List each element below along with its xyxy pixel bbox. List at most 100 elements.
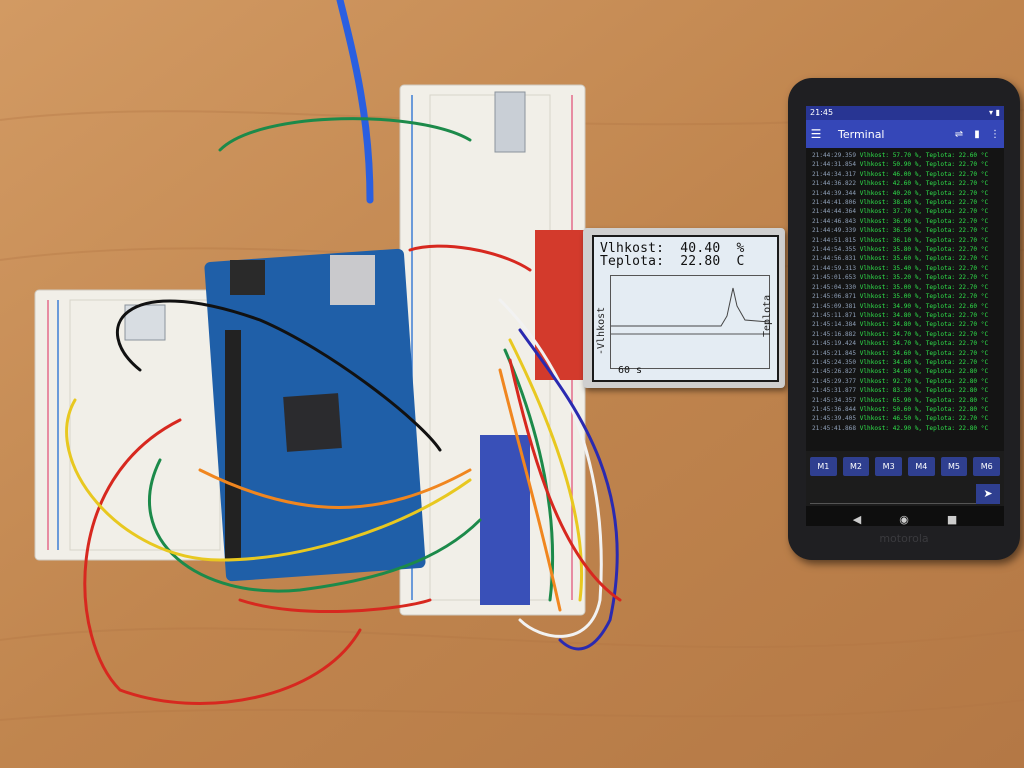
log-message: Vlhkost: 37.70 %, Teplota: 22.70 °C (859, 208, 989, 216)
log-timestamp: 21:44:36.822 (812, 180, 857, 188)
log-row: 21:45:31.877 Vlhkost: 83.30 %, Teplota: … (812, 386, 1004, 395)
app-bar: ☰ Terminal ⇌ ▮ ⋮ (806, 120, 1004, 148)
log-message: Vlhkost: 46.00 %, Teplota: 22.70 °C (859, 170, 989, 178)
log-timestamp: 21:45:34.357 (812, 396, 857, 404)
log-timestamp: 21:44:29.359 (812, 152, 857, 159)
log-timestamp: 21:45:39.405 (812, 415, 857, 423)
log-message: Vlhkost: 34.90 %, Teplota: 22.60 °C (859, 302, 989, 310)
macro-button-m4[interactable]: M4 (908, 457, 935, 476)
log-message: Vlhkost: 34.80 %, Teplota: 22.70 °C (859, 311, 989, 319)
tft-screen: Vlhkost: 40.40 % Teplota: 22.80 C -Vlhko… (592, 235, 779, 382)
log-row: 21:45:26.827 Vlhkost: 34.60 %, Teplota: … (812, 367, 1004, 376)
more-icon[interactable]: ⋮ (986, 129, 1004, 140)
android-navbar: ◀ ◉ ■ (806, 506, 1004, 526)
log-timestamp: 21:44:44.364 (812, 208, 857, 216)
tft-pcb (535, 230, 590, 380)
log-row: 21:44:34.317 Vlhkost: 46.00 %, Teplota: … (812, 170, 1004, 179)
log-timestamp: 21:45:11.871 (812, 311, 857, 319)
log-row: 21:45:39.405 Vlhkost: 46.50 %, Teplota: … (812, 414, 1004, 423)
home-icon[interactable]: ◉ (899, 513, 909, 526)
log-message: Vlhkost: 35.60 %, Teplota: 22.70 °C (859, 255, 989, 263)
log-timestamp: 21:44:39.344 (812, 189, 857, 197)
log-row: 21:44:51.815 Vlhkost: 36.10 %, Teplota: … (812, 236, 1004, 245)
macro-button-m5[interactable]: M5 (940, 457, 968, 476)
log-row: 21:45:06.871 Vlhkost: 35.00 %, Teplota: … (812, 292, 1004, 301)
back-icon[interactable]: ◀ (853, 513, 861, 526)
macro-button-m2[interactable]: M2 (842, 457, 870, 476)
log-message: Vlhkost: 36.10 %, Teplota: 22.70 °C (859, 236, 989, 244)
log-row: 21:45:14.384 Vlhkost: 34.80 %, Teplota: … (812, 320, 1004, 329)
send-input[interactable] (810, 485, 976, 504)
log-message: Vlhkost: 34.60 %, Teplota: 22.70 °C (859, 358, 989, 366)
log-row: 21:44:39.344 Vlhkost: 40.20 %, Teplota: … (812, 189, 1004, 198)
arduino-board (204, 248, 426, 582)
log-message: Vlhkost: 83.30 %, Teplota: 22.80 °C (859, 387, 989, 395)
log-message: Vlhkost: 36.90 %, Teplota: 22.70 °C (859, 217, 989, 225)
log-timestamp: 21:45:06.871 (812, 293, 857, 301)
log-message: Vlhkost: 42.60 %, Teplota: 22.70 °C (859, 180, 989, 188)
log-timestamp: 21:44:51.815 (812, 236, 857, 244)
log-timestamp: 21:45:24.350 (812, 358, 857, 366)
log-timestamp: 21:45:21.845 (812, 349, 857, 357)
delete-icon[interactable]: ▮ (968, 129, 986, 140)
log-message: Vlhkost: 40.20 %, Teplota: 22.70 °C (859, 189, 989, 197)
smartphone: 21:45 ▾ ▮ ☰ Terminal ⇌ ▮ ⋮ 21:44:29.359 … (788, 78, 1020, 560)
log-row: 21:44:44.364 Vlhkost: 37.70 %, Teplota: … (812, 207, 1004, 216)
log-timestamp: 21:45:09.381 (812, 302, 857, 310)
log-timestamp: 21:45:14.384 (812, 321, 857, 329)
log-timestamp: 21:44:46.843 (812, 217, 857, 225)
macro-button-m3[interactable]: M3 (875, 457, 903, 476)
log-message: Vlhkost: 35.20 %, Teplota: 22.70 °C (859, 274, 989, 282)
tft-graph (610, 275, 770, 369)
menu-icon[interactable]: ☰ (806, 127, 826, 141)
log-row: 21:45:04.330 Vlhkost: 35.00 %, Teplota: … (812, 283, 1004, 292)
log-message: Vlhkost: 65.90 %, Teplota: 22.80 °C (859, 396, 989, 404)
log-timestamp: 21:45:19.424 (812, 340, 857, 348)
log-row: 21:44:49.339 Vlhkost: 36.50 %, Teplota: … (812, 226, 1004, 235)
log-row: 21:45:29.377 Vlhkost: 92.70 %, Teplota: … (812, 377, 1004, 386)
log-row: 21:45:36.844 Vlhkost: 50.60 %, Teplota: … (812, 405, 1004, 414)
log-message: Vlhkost: 34.60 %, Teplota: 22.70 °C (859, 349, 989, 357)
status-icons: ▾ ▮ (989, 108, 1000, 117)
status-bar: 21:45 ▾ ▮ (806, 106, 1004, 120)
humidity-trace (611, 287, 770, 327)
log-message: Vlhkost: 35.00 %, Teplota: 22.70 °C (859, 293, 989, 301)
log-message: Vlhkost: 34.70 %, Teplota: 22.70 °C (859, 330, 989, 338)
tft-right-axis-label: Teplota (762, 294, 773, 337)
macro-button-m1[interactable]: M1 (810, 457, 837, 476)
log-timestamp: 21:45:31.877 (812, 387, 857, 395)
log-row: 21:44:31.854 Vlhkost: 50.90 %, Teplota: … (812, 160, 1004, 169)
log-message: Vlhkost: 34.80 %, Teplota: 22.70 °C (859, 321, 989, 329)
log-timestamp: 21:45:29.377 (812, 377, 857, 385)
log-message: Vlhkost: 35.80 %, Teplota: 22.70 °C (859, 246, 989, 254)
log-row: 21:44:54.355 Vlhkost: 35.80 %, Teplota: … (812, 245, 1004, 254)
log-timestamp: 21:44:54.355 (812, 246, 857, 254)
photo-scene: Vlhkost: 40.40 % Teplota: 22.80 C -Vlhko… (0, 0, 1024, 768)
macro-button-m6[interactable]: M6 (973, 457, 1001, 476)
input-row: ➤ (806, 482, 1004, 506)
log-row: 21:45:21.845 Vlhkost: 34.60 %, Teplota: … (812, 349, 1004, 358)
log-timestamp: 21:44:49.339 (812, 227, 857, 235)
connect-icon[interactable]: ⇌ (950, 129, 968, 140)
log-message: Vlhkost: 50.60 %, Teplota: 22.80 °C (859, 405, 989, 413)
tft-temperature-line: Teplota: 22.80 C (600, 254, 745, 269)
log-row: 21:45:11.871 Vlhkost: 34.80 %, Teplota: … (812, 311, 1004, 320)
log-timestamp: 21:45:36.844 (812, 405, 857, 413)
log-message: Vlhkost: 50.90 %, Teplota: 22.70 °C (859, 161, 989, 169)
log-row: 21:45:41.868 Vlhkost: 42.90 %, Teplota: … (812, 424, 1004, 433)
log-message: Vlhkost: 36.50 %, Teplota: 22.70 °C (859, 227, 989, 235)
log-row: 21:44:59.313 Vlhkost: 35.40 %, Teplota: … (812, 264, 1004, 273)
log-row: 21:45:34.357 Vlhkost: 65.90 %, Teplota: … (812, 396, 1004, 405)
log-message: Vlhkost: 42.90 %, Teplota: 22.80 °C (859, 424, 989, 432)
log-row: 21:45:24.350 Vlhkost: 34.60 %, Teplota: … (812, 358, 1004, 367)
log-message: Vlhkost: 35.40 %, Teplota: 22.70 °C (859, 264, 989, 272)
tft-display: Vlhkost: 40.40 % Teplota: 22.80 C -Vlhko… (583, 228, 785, 388)
log-timestamp: 21:45:04.330 (812, 283, 857, 291)
log-message: Vlhkost: 92.70 %, Teplota: 22.80 °C (859, 377, 989, 385)
log-row: 21:44:29.359 Vlhkost: 57.70 %, Teplota: … (812, 151, 1004, 160)
log-timestamp: 21:45:41.868 (812, 424, 857, 432)
recents-icon[interactable]: ■ (947, 513, 957, 526)
send-icon[interactable]: ➤ (976, 484, 1000, 504)
log-message: Vlhkost: 46.50 %, Teplota: 22.70 °C (859, 415, 989, 423)
log-row: 21:44:36.822 Vlhkost: 42.60 %, Teplota: … (812, 179, 1004, 188)
